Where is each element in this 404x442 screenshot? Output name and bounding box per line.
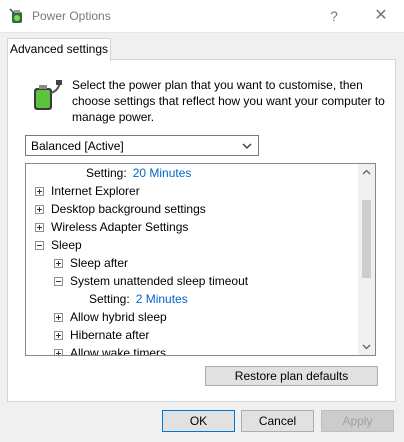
close-button[interactable]: ✕ (358, 0, 404, 32)
tree-item-label: Sleep after (70, 256, 129, 270)
tree-scrollbar[interactable] (358, 164, 375, 355)
power-plan-select[interactable]: Balanced [Active] (25, 135, 259, 156)
plus-box-icon[interactable] (35, 205, 44, 214)
apply-button[interactable]: Apply (321, 410, 394, 432)
window-title: Power Options (32, 9, 111, 23)
tree-item-label: Desktop background settings (51, 202, 206, 216)
scroll-down-icon[interactable] (362, 343, 371, 350)
tree-item-allow-hybrid-sleep[interactable]: Allow hybrid sleep (54, 308, 344, 326)
setting-value[interactable]: 20 Minutes (133, 166, 192, 180)
tree-item-label: Allow wake timers (70, 346, 167, 356)
tree-item-label: Hibernate after (70, 328, 150, 342)
tree-item-system-unattended-sleep-timeout[interactable]: System unattended sleep timeout (54, 272, 344, 290)
tree-item-sleep[interactable]: Sleep (35, 236, 335, 254)
plus-box-icon[interactable] (54, 313, 63, 322)
plus-box-icon[interactable] (54, 259, 63, 268)
plus-box-icon[interactable] (54, 349, 63, 355)
restore-plan-defaults-button[interactable]: Restore plan defaults (205, 366, 378, 386)
settings-tree[interactable]: Setting: 20 Minutes Internet Explorer Des… (25, 163, 376, 356)
plus-box-icon[interactable] (35, 187, 44, 196)
scroll-thumb[interactable] (362, 200, 371, 278)
minus-box-icon[interactable] (54, 277, 63, 286)
plus-box-icon[interactable] (35, 223, 44, 232)
tree-setting-row[interactable]: Setting: 2 Minutes (89, 290, 188, 308)
tree-item-hibernate-after[interactable]: Hibernate after (54, 326, 344, 344)
tree-item-label: System unattended sleep timeout (70, 274, 249, 288)
tree-item-internet-explorer[interactable]: Internet Explorer (35, 182, 335, 200)
battery-plug-icon (34, 80, 62, 110)
tree-item-label: Internet Explorer (51, 184, 140, 198)
setting-label: Setting: (86, 166, 127, 180)
minus-box-icon[interactable] (35, 241, 44, 250)
help-button[interactable]: ? (311, 0, 357, 32)
tree-item-wireless-adapter[interactable]: Wireless Adapter Settings (35, 218, 335, 236)
ok-button[interactable]: OK (162, 410, 235, 432)
tree-item-desktop-background[interactable]: Desktop background settings (35, 200, 335, 218)
intro-text: Select the power plan that you want to c… (72, 78, 385, 124)
tab-advanced-settings[interactable]: Advanced settings (7, 38, 111, 61)
tree-item-label: Allow hybrid sleep (70, 310, 167, 324)
title-bar: Power Options ? ✕ (0, 0, 404, 33)
setting-label: Setting: (89, 292, 130, 306)
plus-box-icon[interactable] (54, 331, 63, 340)
power-options-icon (9, 8, 22, 23)
power-plan-value: Balanced [Active] (31, 139, 124, 153)
tree-item-allow-wake-timers[interactable]: Allow wake timers (54, 344, 344, 356)
setting-value[interactable]: 2 Minutes (136, 292, 188, 306)
tree-item-label: Wireless Adapter Settings (51, 220, 189, 234)
tree-item-sleep-after[interactable]: Sleep after (54, 254, 344, 272)
chevron-down-icon (242, 143, 252, 149)
tree-item-label: Sleep (51, 238, 82, 252)
scroll-up-icon[interactable] (362, 169, 371, 176)
tree-setting-row[interactable]: Setting: 20 Minutes (86, 164, 191, 182)
cancel-button[interactable]: Cancel (241, 410, 314, 432)
